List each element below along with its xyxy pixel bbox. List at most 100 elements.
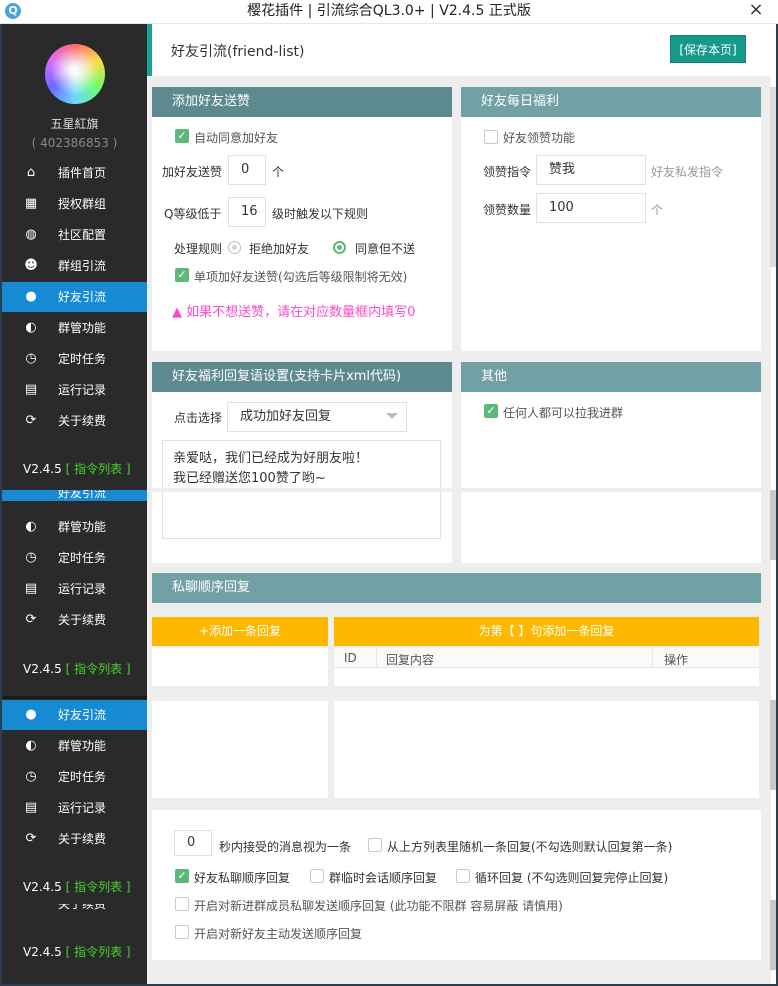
- q-level-input[interactable]: 16: [228, 197, 266, 227]
- nav-item-community[interactable]: ◍ 社区配置: [2, 220, 147, 250]
- friend-seq-label: 好友私聊顺序回复: [194, 871, 291, 885]
- drupal-icon: ◐: [25, 320, 37, 335]
- list-box: [152, 648, 328, 686]
- warning-text: ▲ 如果不想送赞，请在对应数量框内填写0: [172, 301, 415, 320]
- agree-no-like-radio[interactable]: [333, 241, 346, 254]
- version-label: V2.4.5 [ 指令列表 ]: [23, 460, 131, 477]
- new-member-label: 开启对新进群成员私聊发送顺序回复 (此功能不限群 容易屏蔽 请慎用): [194, 899, 563, 913]
- nav-item-friend-traffic[interactable]: ● 好友引流: [2, 282, 147, 312]
- ghost-nav-item: ⟳ 关于续费: [2, 824, 147, 854]
- table-body-lower: [334, 701, 759, 798]
- loop-label: 循环回复 (不勾选则回复完停止回复): [475, 871, 669, 885]
- file-icon: ▤: [24, 581, 38, 596]
- ghost-active-item: 好友引流: [2, 490, 147, 501]
- home-icon: ⌂: [26, 165, 36, 180]
- file-icon: ▤: [24, 800, 38, 815]
- reply-type-select[interactable]: 成功加好友回复: [227, 402, 407, 432]
- refresh-icon: ⟳: [25, 413, 37, 428]
- add-reply-button[interactable]: +添加一条回复: [152, 617, 328, 646]
- q-level-label: Q等级低于: [164, 207, 222, 221]
- daily-welfare-panel: 好友每日福利 好友领赞功能 领赞指令 赞我 好友私发指令 领赞数量 100 个: [461, 87, 761, 351]
- ghost-version-label: V2.4.5 [ 指令列表 ]: [23, 660, 131, 677]
- nav-label: 关于续费: [58, 613, 107, 627]
- anyone-invite-checkbox[interactable]: ✓: [484, 404, 498, 418]
- ghost-strip: [152, 488, 452, 492]
- nav-item-scheduled[interactable]: ◷ 定时任务: [2, 344, 147, 374]
- scrollbar-ghost: [770, 490, 776, 560]
- reject-label: 拒绝加好友: [249, 242, 310, 256]
- refresh-icon: ⟳: [25, 612, 37, 627]
- loop-checkbox[interactable]: [456, 869, 470, 883]
- reply-setting-panel: 好友福利回复语设置(支持卡片xml代码) 点击选择 成功加好友回复 亲爱哒，我们…: [152, 362, 452, 563]
- ghost-nav-item: ◷ 定时任务: [2, 543, 147, 573]
- ghost-version-label: V2.4.5 [ 指令列表 ]: [23, 878, 131, 895]
- nav-label: 群管功能: [58, 520, 107, 534]
- nav-item-logs[interactable]: ▤ 运行记录: [2, 375, 147, 405]
- nav-item-group-admin[interactable]: ◐ 群管功能: [2, 313, 147, 343]
- nav-label: 运行记录: [58, 801, 107, 815]
- receive-like-checkbox[interactable]: [484, 130, 498, 144]
- single-like-label: 单项加好友送赞(勾选后等级限制将无效): [194, 270, 408, 284]
- clock-icon: ◷: [25, 769, 37, 784]
- user-name: 五星紅旗: [50, 117, 99, 131]
- other-panel: 其他 ✓ 任何人都可以拉我进群: [461, 362, 761, 563]
- ghost-version-label: V2.4.5 [ 指令列表 ]: [23, 943, 131, 960]
- panel-header: 好友福利回复语设置(支持卡片xml代码): [152, 362, 452, 392]
- seconds-input[interactable]: 0: [174, 830, 212, 856]
- nav-label: 好友引流: [58, 708, 107, 722]
- anyone-invite-label: 任何人都可以拉我进群: [503, 406, 624, 420]
- users-icon: ☻: [24, 258, 38, 273]
- new-member-checkbox[interactable]: [175, 897, 189, 911]
- cmd-hint: 好友私发指令: [651, 165, 724, 179]
- count-input[interactable]: 100: [536, 193, 646, 223]
- nav-label: 社区配置: [58, 228, 107, 242]
- scrollbar-ghost: [770, 700, 776, 790]
- auto-agree-label: 自动同意加好友: [194, 131, 279, 145]
- nav-item-groups[interactable]: ▦ 授权群组: [2, 189, 147, 219]
- new-friend-checkbox[interactable]: [175, 925, 189, 939]
- nav-item-renew[interactable]: ⟳ 关于续费: [2, 406, 147, 436]
- nav-label: 好友引流: [58, 290, 107, 304]
- title-bar: Q 樱花插件 | 引流综合QL3.0+ | V2.4.5 正式版 ×: [0, 0, 778, 24]
- drupal-icon: ◐: [25, 738, 37, 753]
- select-label: 点击选择: [174, 411, 223, 425]
- rule-label: 处理规则: [174, 242, 223, 256]
- col-divider: [376, 648, 377, 668]
- reject-radio[interactable]: [228, 241, 241, 254]
- ghost-label: 关于续费: [58, 904, 107, 911]
- friend-seq-checkbox[interactable]: ✓: [175, 869, 189, 883]
- auto-agree-checkbox[interactable]: ✓: [175, 129, 189, 143]
- command-list-link[interactable]: [ 指令列表 ]: [66, 462, 131, 476]
- refresh-icon: ⟳: [25, 831, 37, 846]
- nav-label: 定时任务: [58, 352, 107, 366]
- cmd-input[interactable]: 赞我: [536, 155, 646, 185]
- agree-no-like-label: 同意但不送: [355, 242, 416, 256]
- count-unit: 个: [651, 203, 664, 217]
- col-id: ID: [344, 651, 357, 665]
- ghost-nav-item: ◷ 定时任务: [2, 762, 147, 792]
- col-divider: [652, 648, 653, 668]
- user-id: ( 402386853 ): [31, 136, 118, 150]
- drupal-icon: ◐: [25, 519, 37, 534]
- scrollbar[interactable]: [770, 87, 776, 267]
- close-icon[interactable]: ×: [744, 0, 768, 22]
- user-icon: ●: [25, 707, 37, 722]
- like-count-input[interactable]: 0: [228, 155, 266, 185]
- nav-item-home[interactable]: ⌂ 插件首页: [2, 158, 147, 188]
- group-seq-checkbox[interactable]: [310, 869, 324, 883]
- nav-label: 关于续费: [58, 832, 107, 846]
- scrollbar-ghost: [770, 900, 776, 970]
- panel-header: 其他: [461, 362, 761, 392]
- col-action: 操作: [664, 653, 689, 667]
- nav-item-group-traffic[interactable]: ☻ 群组引流: [2, 251, 147, 281]
- single-like-checkbox[interactable]: ✓: [175, 268, 189, 282]
- add-reply-at-button[interactable]: 为第【 】句添加一条回复: [334, 617, 759, 646]
- ghost-label: 好友引流: [58, 490, 107, 500]
- receive-like-label: 好友领赞功能: [503, 131, 576, 145]
- random-checkbox[interactable]: [368, 838, 382, 852]
- save-page-button[interactable]: [保存本页]: [670, 35, 746, 63]
- avatar: [45, 44, 105, 104]
- like-label: 加好友送赞: [162, 165, 223, 179]
- user-icon: ●: [25, 289, 37, 304]
- private-reply-panel: 私聊顺序回复 +添加一条回复 为第【 】句添加一条回复 ID 回复内容 操作: [152, 573, 761, 803]
